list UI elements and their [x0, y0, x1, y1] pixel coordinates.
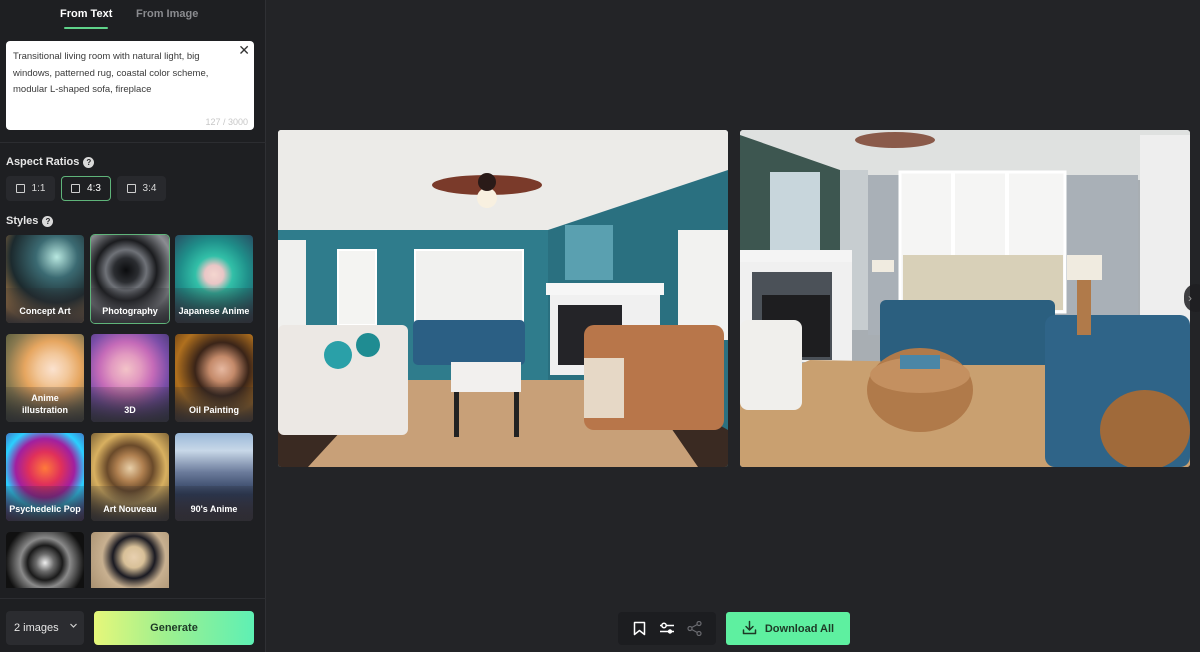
- footer-divider: [0, 598, 266, 599]
- styles-heading: Styles?: [6, 215, 54, 227]
- style-label: Photography: [102, 306, 158, 316]
- ratio-label: 3:4: [142, 183, 157, 194]
- close-icon[interactable]: ✕: [238, 43, 250, 57]
- prompt-input[interactable]: Transitional living room with natural li…: [6, 41, 254, 130]
- style-90s-anime[interactable]: 90's Anime: [175, 433, 253, 521]
- style-card-astronaut[interactable]: [6, 532, 84, 588]
- styles-label: Styles: [6, 215, 39, 227]
- image-toolbar: [618, 612, 716, 645]
- style-japanese-anime[interactable]: Japanese Anime: [175, 235, 253, 323]
- tab-from-image[interactable]: From Image: [136, 8, 198, 20]
- style-label: 3D: [124, 405, 136, 415]
- style-psychedelic-pop[interactable]: Psychedelic Pop: [6, 433, 84, 521]
- sidebar: From Text From Image Transitional living…: [0, 0, 266, 652]
- style-card-ukiyo-e[interactable]: [91, 532, 169, 588]
- help-icon[interactable]: ?: [83, 157, 95, 168]
- style-label: 90's Anime: [190, 504, 238, 514]
- ukiyo-e-thumbnail: [91, 532, 169, 588]
- sliders-icon[interactable]: [658, 620, 676, 638]
- square-icon: [126, 184, 136, 193]
- chevron-down-icon: [69, 621, 78, 632]
- aspect-ratios-label: Aspect Ratios: [6, 156, 80, 168]
- ratio-label: 1:1: [31, 183, 46, 194]
- square-icon: [15, 184, 25, 193]
- style-label: Anime illustration: [21, 393, 68, 415]
- download-all-label: Download All: [764, 622, 835, 635]
- style-photography[interactable]: Photography: [90, 234, 170, 324]
- style-label: Japanese Anime: [178, 306, 250, 316]
- generate-button[interactable]: Generate: [94, 611, 254, 645]
- style-concept-art[interactable]: Concept Art: [6, 235, 84, 323]
- download-all-button[interactable]: Download All: [726, 612, 850, 645]
- living-room-grey-image: [740, 130, 1190, 467]
- aspect-ratio-1-1[interactable]: 1:1: [6, 176, 55, 201]
- style-3d[interactable]: 3D: [91, 334, 169, 422]
- style-label: Psychedelic Pop: [9, 504, 81, 514]
- bookmark-icon[interactable]: [631, 620, 649, 638]
- style-oil-painting[interactable]: Oil Painting: [175, 334, 253, 422]
- share-icon[interactable]: [685, 620, 703, 638]
- chevron-right-icon: ›: [1188, 291, 1192, 305]
- help-icon[interactable]: ?: [42, 216, 54, 227]
- image-count-value: 2 images: [14, 622, 59, 634]
- living-room-teal-image: [278, 130, 728, 467]
- aspect-ratios-heading: Aspect Ratios?: [6, 156, 95, 168]
- prompt-text[interactable]: Transitional living room with natural li…: [13, 49, 235, 99]
- download-icon: [742, 620, 757, 638]
- ratio-label: 4:3: [87, 183, 101, 194]
- aspect-ratio-3-4[interactable]: 3:4: [117, 176, 166, 201]
- mode-tabs: From Text From Image: [0, 8, 266, 32]
- style-label: Art Nouveau: [103, 504, 157, 514]
- character-count: 127 / 3000: [205, 117, 248, 127]
- carousel-next-button[interactable]: ›: [1184, 284, 1200, 312]
- generated-image-2[interactable]: [740, 130, 1190, 467]
- style-label: Oil Painting: [188, 405, 239, 415]
- aspect-ratio-4-3[interactable]: 4:3: [61, 176, 111, 201]
- square-icon: [71, 184, 81, 193]
- active-tab-indicator: [64, 27, 108, 29]
- generated-image-1[interactable]: [278, 130, 728, 467]
- style-anime-illustration[interactable]: Anime illustration: [6, 334, 84, 422]
- image-count-select[interactable]: 2 images: [6, 611, 84, 645]
- astronaut-thumbnail: [6, 532, 84, 588]
- section-divider: [0, 142, 266, 143]
- tab-from-text[interactable]: From Text: [60, 8, 112, 20]
- style-art-nouveau[interactable]: Art Nouveau: [91, 433, 169, 521]
- style-label: Concept Art: [19, 306, 71, 316]
